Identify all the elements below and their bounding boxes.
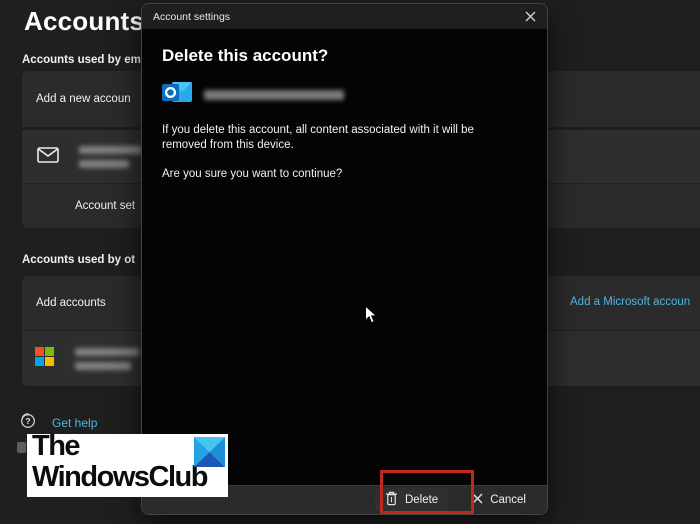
- add-microsoft-account-link[interactable]: Add a Microsoft accoun: [570, 296, 690, 308]
- microsoft-logo-icon: [35, 347, 55, 370]
- account-settings-label: Account set: [75, 200, 136, 212]
- outlook-icon: [162, 81, 193, 108]
- dialog-titlebar: Account settings: [142, 4, 547, 29]
- close-icon[interactable]: [521, 7, 540, 26]
- watermark-text: The WindowsClub: [32, 434, 208, 493]
- section-label-email-accounts: Accounts used by em: [22, 54, 141, 66]
- delete-button[interactable]: Delete: [374, 488, 449, 512]
- svg-text:?: ?: [25, 416, 30, 426]
- redacted-dialog-email: [204, 89, 344, 100]
- cancel-button-label: Cancel: [490, 494, 526, 506]
- get-help-link[interactable]: Get help: [52, 416, 97, 430]
- envelope-icon: [37, 147, 59, 166]
- dialog-heading: Delete this account?: [162, 46, 329, 65]
- trash-icon: [385, 491, 398, 509]
- feedback-icon-fragment: [17, 442, 26, 453]
- add-accounts-label: Add accounts: [36, 297, 106, 309]
- section-label-other-accounts: Accounts used by ot: [22, 254, 136, 266]
- dialog-content: Delete this account? If you delete this …: [162, 29, 527, 182]
- watermark-diamond-icon: [194, 437, 225, 472]
- dialog-body-line1: If you delete this account, all content …: [162, 124, 474, 136]
- watermark-line1: The: [32, 434, 81, 462]
- dialog-body-line2: removed from this device.: [162, 139, 294, 151]
- cancel-x-icon: [472, 493, 483, 507]
- add-new-account-label: Add a new accoun: [36, 93, 131, 105]
- dialog-account-line: [162, 81, 527, 108]
- cancel-button[interactable]: Cancel: [462, 488, 536, 512]
- page-title: Accounts: [24, 6, 145, 36]
- get-help-icon: ?: [19, 412, 36, 434]
- redacted-microsoft-account: [75, 347, 139, 370]
- redacted-email-address: [79, 145, 143, 168]
- delete-button-label: Delete: [404, 494, 439, 506]
- thewindowsclub-watermark: The WindowsClub: [27, 434, 228, 497]
- dialog-confirm-text: Are you sure you want to continue?: [162, 168, 343, 180]
- watermark-line2: WindowsClub: [32, 461, 208, 493]
- dialog-body-text: If you delete this account, all content …: [162, 123, 527, 153]
- dialog-title: Account settings: [153, 10, 231, 23]
